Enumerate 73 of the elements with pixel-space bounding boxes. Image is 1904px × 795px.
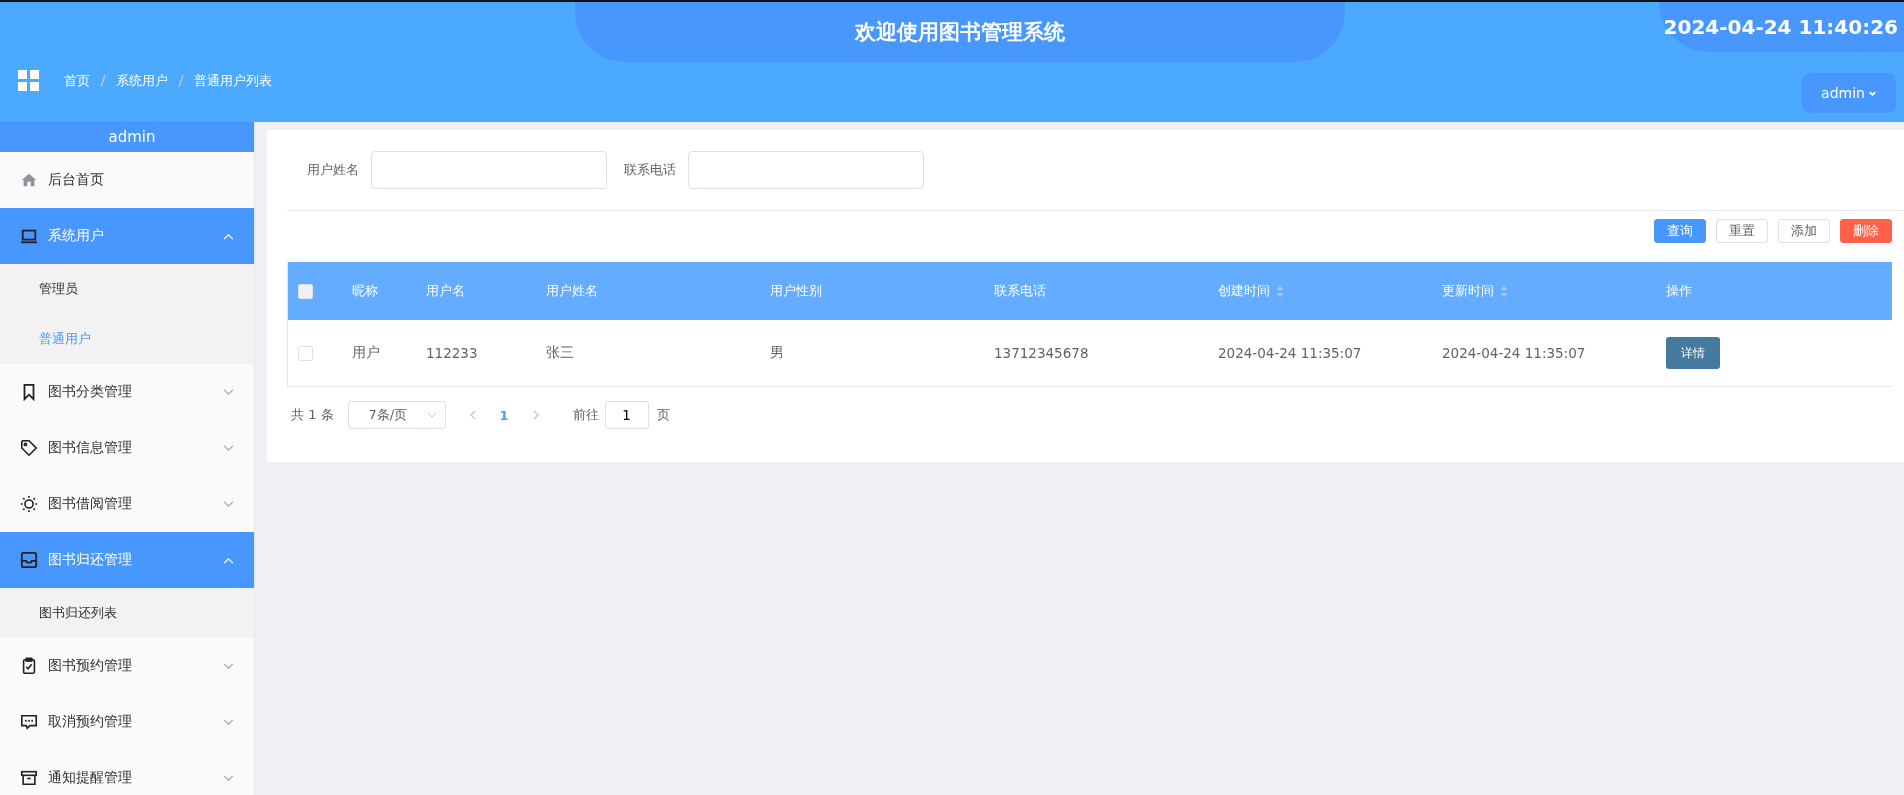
table-cell: 男: [770, 344, 784, 362]
sidebar-username: admin: [108, 128, 156, 146]
column-header: 用户性别: [770, 282, 822, 300]
menu-label: 图书归还管理: [48, 551, 133, 569]
grid-menu-icon[interactable]: [18, 70, 40, 92]
chevron-down-icon: [223, 444, 234, 452]
total-count: 共 1 条: [291, 406, 334, 424]
chat-icon: [20, 713, 38, 731]
system-title: 欢迎使用图书管理系统: [855, 19, 1065, 46]
breadcrumb-item: 普通用户列表: [194, 72, 272, 90]
caret-icon: [426, 412, 437, 418]
page-suffix: 页: [656, 406, 670, 424]
detail-button[interactable]: 详情: [1666, 337, 1720, 369]
breadcrumb-separator-icon: [100, 74, 106, 88]
chevron-down-icon: [223, 388, 234, 396]
next-page-icon[interactable]: [532, 410, 539, 420]
action-button[interactable]: 添加: [1778, 219, 1830, 243]
column-header: 操作: [1666, 282, 1692, 300]
sidebar-menu-item[interactable]: 图书信息管理: [0, 420, 254, 476]
page-size-select[interactable]: 7条/页: [347, 401, 446, 429]
sort-icon[interactable]: [1276, 284, 1284, 298]
chevron-down-icon: [223, 500, 234, 508]
chevron-up-icon: [223, 232, 234, 240]
row-checkbox[interactable]: [298, 345, 313, 361]
sort-icon[interactable]: [1500, 284, 1508, 298]
archive-icon: [20, 769, 38, 787]
menu-label: 后台首页: [48, 171, 105, 189]
sidebar-menu-item[interactable]: 图书借阅管理: [0, 476, 254, 532]
menu-label: 通知提醒管理: [48, 769, 133, 787]
submenu-item[interactable]: 管理员: [0, 264, 254, 314]
sidebar-menu-item[interactable]: 取消预约管理: [0, 694, 254, 750]
chevron-down-icon: [223, 774, 234, 782]
select-all-checkbox[interactable]: [298, 283, 313, 299]
table-cell: 112233: [426, 345, 478, 361]
menu-label: 图书借阅管理: [48, 495, 133, 513]
datetime-text: 2024-04-24 11:40:26: [1663, 15, 1898, 39]
table-cell: 张三: [546, 344, 574, 362]
column-header: 用户名: [426, 282, 465, 300]
field-label: 用户姓名: [307, 161, 359, 179]
search-input-field[interactable]: [371, 151, 607, 189]
search-input-field[interactable]: [688, 151, 924, 189]
tag-icon: [20, 439, 38, 457]
clipboard-icon: [20, 657, 38, 675]
home-icon: [20, 171, 38, 189]
menu-label: 图书信息管理: [48, 439, 133, 457]
sidebar-menu-item[interactable]: 图书预约管理: [0, 638, 254, 694]
goto-page-field[interactable]: 1: [604, 401, 649, 429]
laptop-icon: [20, 227, 38, 245]
table-cell: 用户: [352, 344, 380, 362]
menu-label: 系统用户: [48, 227, 105, 245]
column-header: 昵称: [352, 282, 378, 300]
table-cell: 2024-04-24 11:35:07: [1218, 345, 1362, 361]
table-cell: 2024-04-24 11:35:07: [1442, 345, 1586, 361]
table-cell: 13712345678: [994, 345, 1089, 361]
field-label: 联系电话: [624, 161, 676, 179]
column-header: 联系电话: [994, 282, 1046, 300]
chevron-down-icon: [223, 718, 234, 726]
inbox-icon: [20, 551, 38, 569]
prev-page-icon[interactable]: [469, 410, 476, 420]
sidebar-menu-item[interactable]: 通知提醒管理: [0, 750, 254, 795]
menu-label: 图书预约管理: [48, 657, 133, 675]
submenu-item[interactable]: 图书归还列表: [0, 588, 254, 638]
column-header: 用户姓名: [546, 282, 598, 300]
sidebar-menu-item[interactable]: 图书分类管理: [0, 364, 254, 420]
breadcrumb-separator-icon: [178, 74, 184, 88]
action-button[interactable]: 重置: [1716, 219, 1768, 243]
sun-icon: [20, 495, 38, 513]
sidebar-menu-item[interactable]: 后台首页: [0, 152, 254, 208]
menu-label: 图书分类管理: [48, 383, 133, 401]
chevron-up-icon: [223, 556, 234, 564]
menu-label: 取消预约管理: [48, 713, 133, 731]
chevron-down-icon: [223, 662, 234, 670]
goto-label: 前往: [572, 406, 599, 424]
